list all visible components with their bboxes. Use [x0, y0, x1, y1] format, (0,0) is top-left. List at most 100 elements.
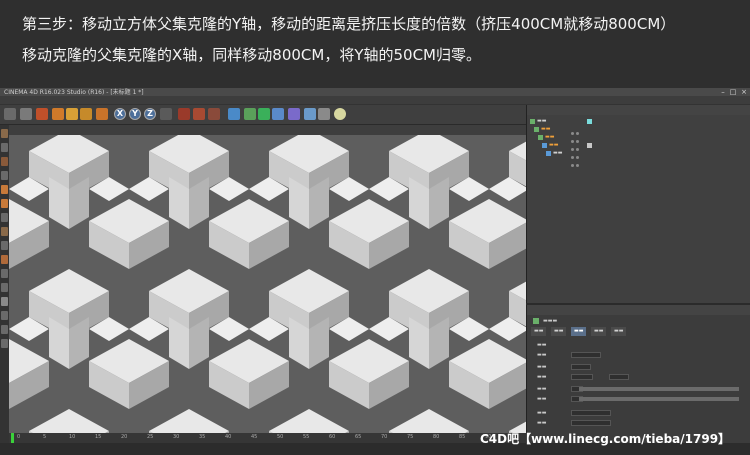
tab-object[interactable]: ▬▬ [571, 327, 587, 336]
visibility-dots[interactable] [571, 144, 581, 159]
attribute-tabs: ▬▬ ▬▬ ▬▬ ▬▬ ▬▬ [527, 327, 750, 336]
move-tool-icon[interactable] [52, 108, 64, 120]
timeline-tick: 60 [329, 434, 336, 440]
offset-slider[interactable] [579, 397, 739, 401]
playhead[interactable] [11, 433, 14, 443]
cube-lattice-render [9, 135, 526, 433]
redo-icon[interactable] [20, 108, 32, 120]
workplane-icon[interactable] [1, 255, 8, 264]
cube-object-icon[interactable] [228, 108, 240, 120]
timeline-ruler[interactable]: 0 5 10 15 20 25 30 35 40 45 50 55 60 65 … [9, 433, 526, 443]
nurbs-icon[interactable] [258, 108, 270, 120]
timeline-tick: 85 [459, 434, 466, 440]
edges-mode-icon[interactable] [1, 185, 8, 194]
window-title: CINEMA 4D R16.023 Studio (R16) - [未标题 1 … [4, 89, 144, 96]
spline-icon [546, 151, 551, 156]
coordinate-system-icon[interactable] [160, 108, 172, 120]
timeline-tick: 70 [381, 434, 388, 440]
tab-coordinates[interactable]: ▬▬ [551, 327, 567, 336]
object-name: ▬▬ [545, 134, 555, 140]
object-row[interactable]: ▬▬ [527, 142, 750, 159]
rotate-tool-icon[interactable] [80, 108, 92, 120]
select-tool-icon[interactable] [36, 108, 48, 120]
render-settings-icon[interactable] [208, 108, 220, 120]
title-bar: CINEMA 4D R16.023 Studio (R16) - [未标题 1 … [0, 88, 750, 96]
attribute-row: ▬▬ [531, 385, 747, 393]
scene-icon[interactable] [304, 108, 316, 120]
object-name: ▬▬ [537, 118, 547, 124]
clone-select[interactable] [571, 374, 593, 380]
object-row[interactable]: ▬▬ [527, 150, 750, 167]
mode-select[interactable] [571, 352, 601, 358]
count-field[interactable] [571, 410, 611, 416]
instance-select[interactable] [571, 364, 591, 370]
axis-mode-icon[interactable] [1, 213, 8, 222]
object-type-label: ▬▬▬ [543, 318, 558, 324]
y-axis-lock-icon[interactable]: Y [129, 108, 141, 120]
maximize-button[interactable]: □ [728, 88, 738, 96]
tab-basic[interactable]: ▬▬ [531, 327, 547, 336]
timeline-tick: 10 [69, 434, 76, 440]
light-icon[interactable] [334, 108, 346, 120]
tutorial-caption: 第三步：移动立方体父集克隆的Y轴，移动的距离是挤压长度的倍数（挤压400CM就移… [0, 0, 750, 88]
render-view-icon[interactable] [178, 108, 190, 120]
phong-tag-icon[interactable] [587, 143, 592, 148]
close-button[interactable]: × [739, 88, 749, 96]
attribute-manager: ▬▬▬ ▬▬ ▬▬ ▬▬ ▬▬ ▬▬ ▬▬ ▬▬ ▬▬ ▬▬ ▬▬ ▬▬ ▬▬ … [526, 315, 750, 443]
count-slider[interactable] [579, 387, 739, 391]
layout-icon[interactable] [1, 297, 8, 306]
attribute-label: ▬▬ [537, 420, 547, 426]
visibility-dots[interactable] [571, 128, 581, 143]
attribute-label: ▬▬ [537, 374, 547, 380]
sculpt-icon[interactable] [1, 311, 8, 320]
object-row[interactable]: ▬▬ [527, 126, 750, 143]
recent-tool-icon[interactable] [96, 108, 108, 120]
texture-mode-icon[interactable] [1, 157, 8, 166]
position-field[interactable] [571, 420, 611, 426]
perspective-viewport[interactable] [9, 135, 526, 433]
cloner-icon [530, 119, 535, 124]
object-manager: ▬▬ ▬▬ ▬▬ ▬▬ ▬▬ [526, 115, 750, 303]
attribute-row: ▬▬ [531, 419, 747, 427]
z-axis-lock-icon[interactable]: Z [144, 108, 156, 120]
array-icon[interactable] [272, 108, 284, 120]
visibility-dots[interactable] [571, 152, 581, 167]
tab-transform[interactable]: ▬▬ [591, 327, 607, 336]
x-axis-lock-icon[interactable]: X [114, 108, 126, 120]
cloner-icon [534, 127, 539, 132]
viewport-menu: ▬▬ ▬▬ ▬▬ ▬▬ ▬▬ ▬▬ [9, 125, 526, 142]
undo-icon[interactable] [4, 108, 16, 120]
timeline-tick: 15 [95, 434, 102, 440]
camera-icon[interactable] [318, 108, 330, 120]
tweak-mode-icon[interactable] [1, 227, 8, 236]
deformer-icon[interactable] [288, 108, 300, 120]
solo-icon[interactable] [1, 283, 8, 292]
object-row[interactable]: ▬▬ [527, 118, 750, 135]
scale-tool-icon[interactable] [66, 108, 78, 120]
polygons-mode-icon[interactable] [1, 199, 8, 208]
bodypaint-icon[interactable] [1, 339, 8, 348]
snap-icon[interactable] [1, 241, 8, 250]
caption-line-1: 第三步：移动立方体父集克隆的Y轴，移动的距离是挤压长度的倍数（挤压400CM就移… [22, 15, 676, 33]
points-mode-icon[interactable] [1, 171, 8, 180]
timeline-tick: 30 [173, 434, 180, 440]
model-mode-icon[interactable] [1, 143, 8, 152]
timeline-tick: 20 [121, 434, 128, 440]
visibility-dots[interactable] [571, 136, 581, 151]
minimize-button[interactable]: – [718, 88, 728, 96]
object-name: ▬▬ [541, 126, 551, 132]
extrude-icon [542, 143, 547, 148]
render-picture-icon[interactable] [193, 108, 205, 120]
spline-pen-icon[interactable] [244, 108, 256, 120]
uv-icon[interactable] [1, 325, 8, 334]
reset-coordinates-select[interactable] [609, 374, 629, 380]
visibility-dots[interactable] [571, 120, 581, 135]
material-tag-icon[interactable] [587, 119, 592, 124]
menu-bar: ▬▬ ▬▬ ▬▬ ▬▬ ▬▬ ▬▬ ▬▬ ▬▬ ▬▬ ▬▬ ▬▬ ▬▬ ▬▬ ▬… [0, 96, 750, 113]
tab-effectors[interactable]: ▬▬ [611, 327, 627, 336]
caption-line-2: 移动克隆的父集克隆的X轴，同样移动800CM，将Y轴的50CM归零。 [22, 46, 481, 64]
timeline-tick: 80 [433, 434, 440, 440]
make-editable-icon[interactable] [1, 129, 8, 138]
lock-workplane-icon[interactable] [1, 269, 8, 278]
object-row[interactable]: ▬▬ [527, 134, 750, 151]
